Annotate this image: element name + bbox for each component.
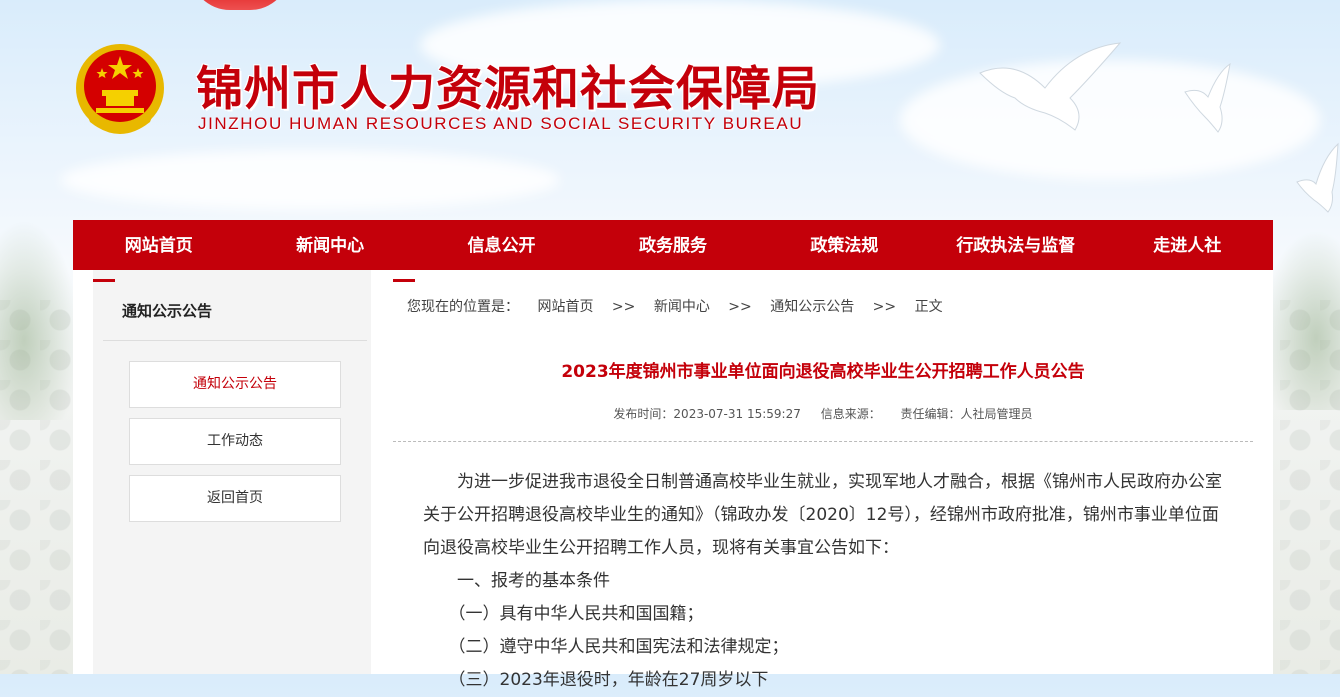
breadcrumb-separator: >>: [611, 299, 636, 315]
article-paragraph: 为进一步促进我市退役全日制普通高校毕业生就业，实现军地人才融合，根据《锦州市人民…: [423, 472, 1222, 558]
article-body: 为进一步促进我市退役全日制普通高校毕业生就业，实现军地人才融合，根据《锦州市人民…: [423, 466, 1223, 697]
nav-item-home[interactable]: 网站首页: [73, 220, 244, 270]
sidebar-item-back-home[interactable]: 返回首页: [129, 475, 341, 522]
article-area: 您现在的位置是： 网站首页 >> 新闻中心 >> 通知公示公告 >> 正文 20…: [393, 270, 1253, 690]
responsible-editor: 责任编辑：人社局管理员: [900, 407, 1033, 421]
sidebar-accent-bar: [93, 279, 115, 282]
article-paragraph: （三）2023年退役时，年龄在27周岁以下: [448, 670, 769, 690]
nav-item-about[interactable]: 走进人社: [1102, 220, 1273, 270]
breadcrumb-separator: >>: [872, 299, 897, 315]
dove-decoration: [1296, 142, 1339, 213]
article-paragraph: 一、报考的基本条件: [457, 571, 610, 591]
sidebar-item-work-updates[interactable]: 工作动态: [129, 418, 341, 465]
tree-decoration: [0, 220, 80, 420]
breadcrumb-home-link[interactable]: 网站首页: [537, 299, 593, 315]
sidebar-title: 通知公示公告: [122, 302, 213, 320]
breadcrumb-news-link[interactable]: 新闻中心: [654, 299, 710, 315]
nav-item-policies[interactable]: 政策法规: [759, 220, 930, 270]
title-divider: [393, 441, 1253, 442]
sidebar: 通知公示公告 通知公示公告 工作动态 返回首页: [93, 270, 371, 674]
breadcrumb-section-link[interactable]: 通知公示公告: [770, 299, 854, 315]
publish-time: 发布时间：2023-07-31 15:59:27: [613, 407, 801, 421]
breadcrumb-current: 正文: [914, 299, 943, 315]
main-nav: 网站首页 新闻中心 信息公开 政务服务 政策法规 行政执法与监督 走进人社: [73, 220, 1273, 270]
dove-decoration: [979, 42, 1122, 131]
nav-item-news[interactable]: 新闻中心: [244, 220, 415, 270]
site-title: 锦州市人力资源和社会保障局: [196, 62, 820, 117]
dove-decoration: [1184, 62, 1231, 133]
sidebar-item-notices[interactable]: 通知公示公告: [129, 361, 341, 408]
nav-item-gov-services[interactable]: 政务服务: [587, 220, 758, 270]
article-paragraph: （一）具有中华人民共和国国籍；: [448, 604, 704, 624]
content-panel: 通知公示公告 通知公示公告 工作动态 返回首页 您现在的位置是： 网站首页 >>…: [73, 270, 1273, 690]
breadcrumb-prefix: 您现在的位置是：: [407, 299, 519, 315]
main-accent-bar: [393, 279, 415, 282]
info-source: 信息来源：: [820, 407, 881, 421]
sidebar-divider: [103, 340, 367, 341]
nav-item-info-disclosure[interactable]: 信息公开: [416, 220, 587, 270]
national-emblem-logo: [76, 44, 164, 134]
site-header: 锦州市人力资源和社会保障局 JINZHOU HUMAN RESOURCES AN…: [0, 0, 1340, 220]
nav-item-law-enforcement[interactable]: 行政执法与监督: [930, 220, 1101, 270]
breadcrumb: 您现在的位置是： 网站首页 >> 新闻中心 >> 通知公示公告 >> 正文: [407, 296, 957, 316]
breadcrumb-separator: >>: [728, 299, 752, 315]
article-meta: 发布时间：2023-07-31 15:59:27 信息来源： 责任编辑：人社局管…: [393, 405, 1253, 422]
article-title: 2023年度锦州市事业单位面向退役高校毕业生公开招聘工作人员公告: [561, 362, 1085, 382]
article-paragraph: （二）遵守中华人民共和国宪法和法律规定；: [448, 637, 789, 657]
site-subtitle: JINZHOU HUMAN RESOURCES AND SOCIAL SECUR…: [198, 114, 804, 133]
